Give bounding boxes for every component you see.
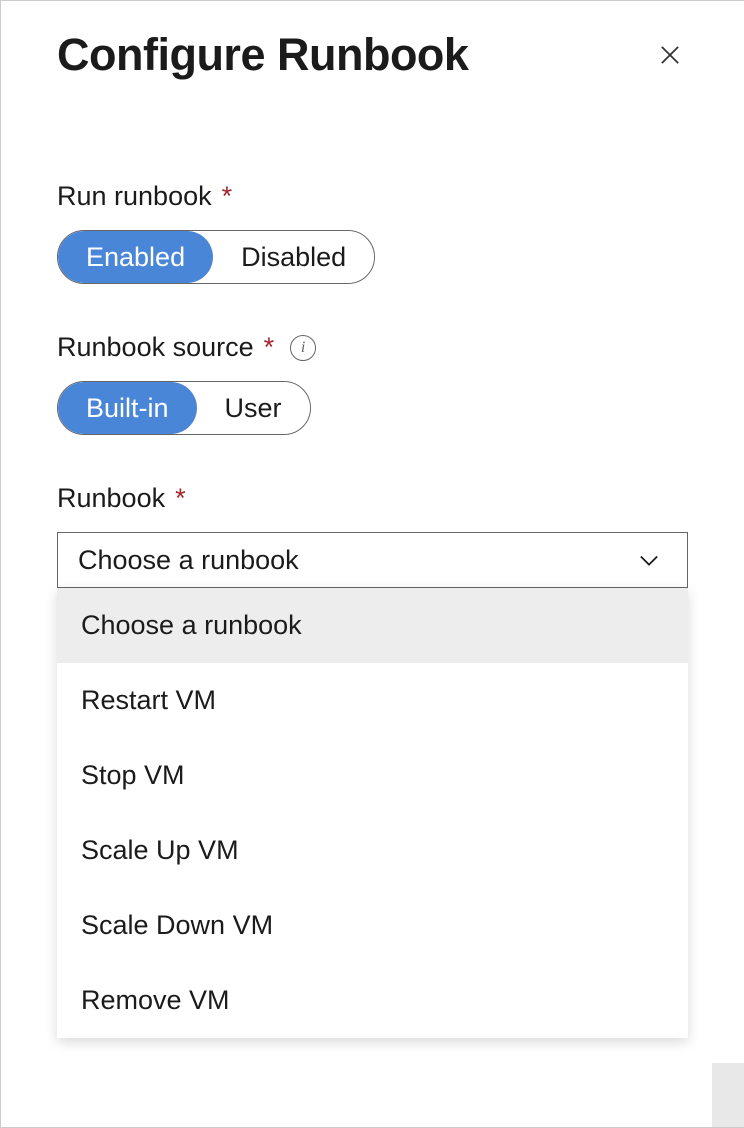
required-indicator: * [264, 332, 275, 363]
required-indicator: * [175, 483, 186, 514]
runbook-source-label: Runbook source * i [57, 332, 688, 363]
close-icon [656, 41, 684, 69]
run-runbook-label: Run runbook * [57, 181, 688, 212]
run-runbook-disabled-option[interactable]: Disabled [213, 231, 374, 283]
runbook-field: Runbook * Choose a runbook Choose a runb… [57, 483, 688, 588]
run-runbook-toggle: Enabled Disabled [57, 230, 375, 284]
configure-runbook-panel: Configure Runbook Run runbook * Enabled … [0, 0, 744, 1128]
runbook-source-user-option[interactable]: User [197, 382, 310, 434]
dropdown-option-scale-up-vm[interactable]: Scale Up VM [57, 813, 688, 888]
runbook-label: Runbook * [57, 483, 688, 514]
dropdown-option-stop-vm[interactable]: Stop VM [57, 738, 688, 813]
info-icon[interactable]: i [290, 335, 316, 361]
select-value: Choose a runbook [78, 545, 299, 576]
label-text: Runbook source [57, 332, 254, 363]
panel-header: Configure Runbook [57, 29, 688, 81]
runbook-source-toggle: Built-in User [57, 381, 311, 435]
dropdown-option-restart-vm[interactable]: Restart VM [57, 663, 688, 738]
runbook-dropdown: Choose a runbook Restart VM Stop VM Scal… [57, 588, 688, 1038]
scrollbar-indicator[interactable] [712, 1063, 744, 1127]
dropdown-option-remove-vm[interactable]: Remove VM [57, 963, 688, 1038]
label-text: Runbook [57, 483, 165, 514]
runbook-select[interactable]: Choose a runbook [57, 532, 688, 588]
required-indicator: * [222, 181, 233, 212]
dropdown-option-scale-down-vm[interactable]: Scale Down VM [57, 888, 688, 963]
chevron-down-icon [631, 542, 667, 578]
runbook-source-builtin-option[interactable]: Built-in [58, 382, 197, 434]
run-runbook-field: Run runbook * Enabled Disabled [57, 181, 688, 284]
close-button[interactable] [652, 37, 688, 73]
dropdown-option-placeholder[interactable]: Choose a runbook [57, 588, 688, 663]
page-title: Configure Runbook [57, 29, 468, 81]
run-runbook-enabled-option[interactable]: Enabled [58, 231, 213, 283]
label-text: Run runbook [57, 181, 212, 212]
runbook-source-field: Runbook source * i Built-in User [57, 332, 688, 435]
